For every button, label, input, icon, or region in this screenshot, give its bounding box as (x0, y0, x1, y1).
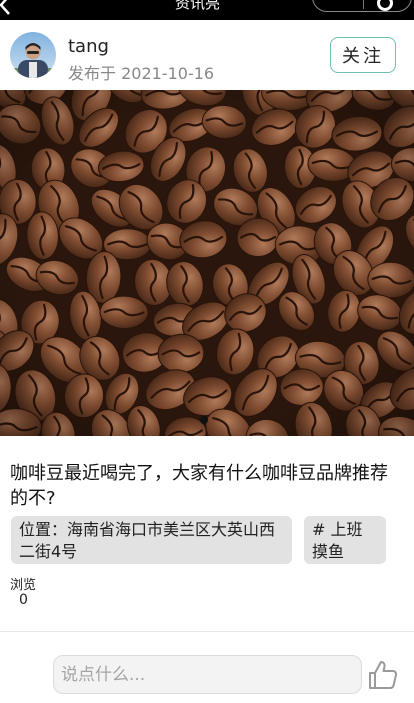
nav-title: 资讯亮 (175, 0, 221, 12)
back-arrow-icon[interactable] (0, 0, 14, 16)
thumbs-up-icon[interactable] (366, 658, 400, 692)
close-circle-icon[interactable] (377, 0, 393, 11)
author-name[interactable]: tang (68, 36, 109, 57)
carousel-indicator-dot[interactable] (200, 416, 208, 424)
post-header: tang 发布于 2021-10-16 关注 (0, 20, 414, 90)
views-count: 0 (19, 592, 28, 608)
mini-program-capsule[interactable] (312, 0, 412, 12)
follow-button[interactable]: 关注 (330, 37, 396, 73)
post-image[interactable] (0, 90, 414, 436)
comment-input[interactable] (53, 655, 362, 694)
capsule-divider (363, 0, 364, 9)
avatar[interactable] (10, 32, 56, 78)
avatar-image (10, 32, 56, 78)
topic-tag[interactable]: # 上班摸鱼 (304, 516, 386, 564)
views-label: 浏览 (10, 578, 37, 593)
publish-date: 发布于 2021-10-16 (68, 64, 215, 83)
location-tag[interactable]: 位置：海南省海口市美兰区大英山西二街4号 (11, 516, 292, 564)
coffee-beans-image (0, 90, 414, 436)
post-content: 咖啡豆最近喝完了，大家有什么咖啡豆品牌推荐的不? (10, 463, 388, 509)
nav-bar: 资讯亮 (0, 0, 414, 20)
divider (0, 631, 414, 632)
